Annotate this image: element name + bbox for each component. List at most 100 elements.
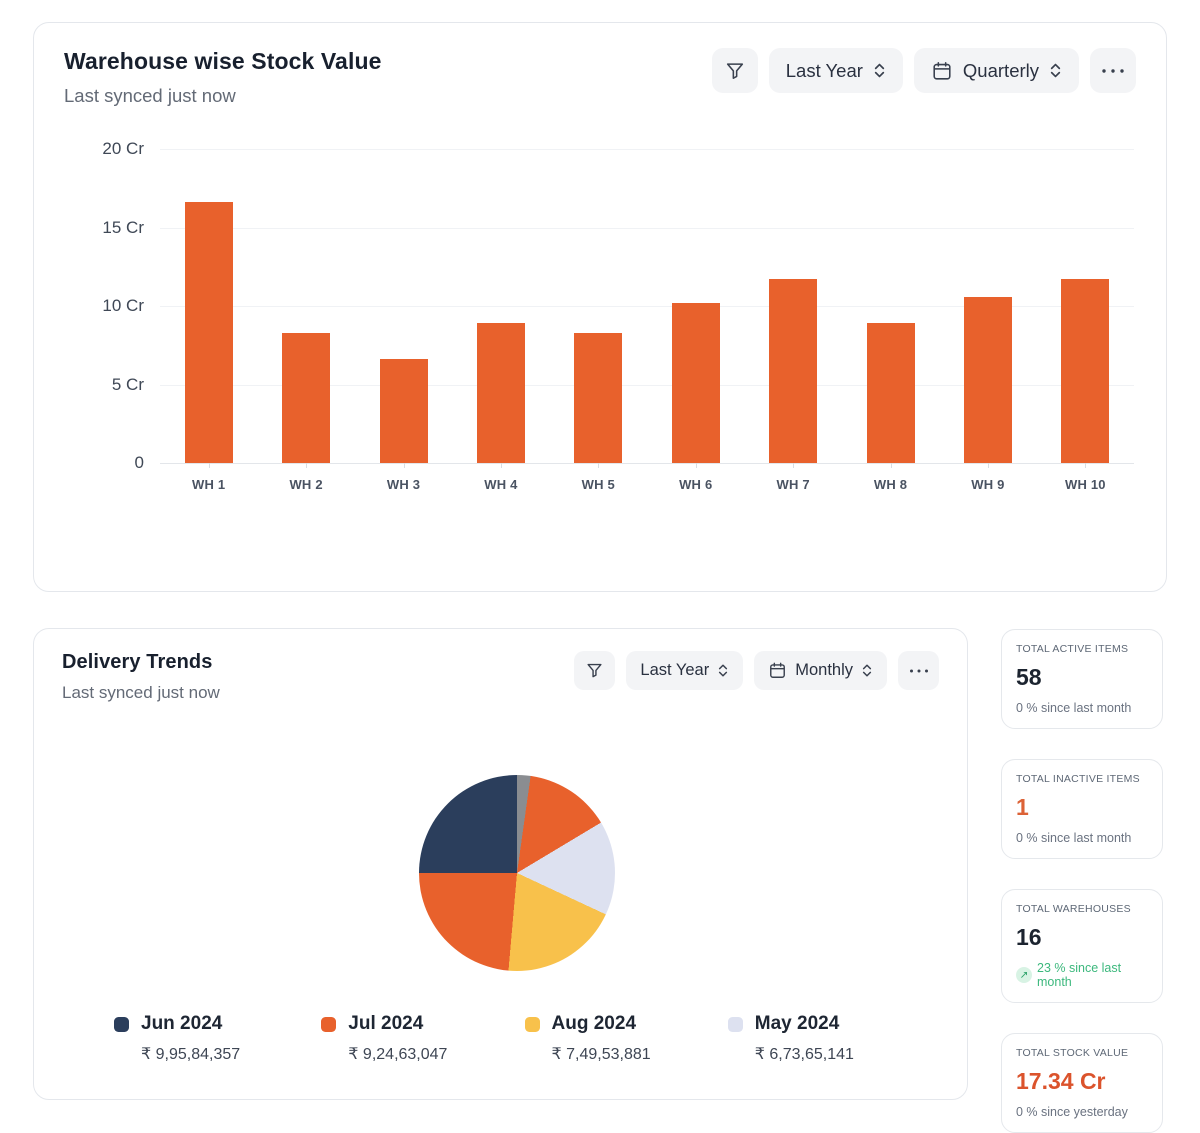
- bar-cell: WH 8: [842, 149, 939, 463]
- x-axis-label: WH 2: [257, 477, 354, 492]
- stat-change-label: 0 % since last month: [1016, 831, 1131, 845]
- legend-label: Aug 2024: [552, 1013, 636, 1035]
- stat-card-total-warehouses: TOTAL WAREHOUSES 16 ↗23 % since last month: [1001, 889, 1163, 1003]
- legend-label: Jun 2024: [141, 1013, 222, 1035]
- bar-wh4[interactable]: [477, 323, 525, 463]
- bar-cell: WH 2: [257, 149, 354, 463]
- delivery-card-titles: Delivery Trends Last synced just now: [62, 651, 220, 703]
- stat-value: 1: [1016, 794, 1148, 821]
- bar-cell: WH 7: [744, 149, 841, 463]
- legend-value: ₹ 6,73,65,141: [755, 1044, 931, 1064]
- stat-value: 16: [1016, 924, 1148, 951]
- legend-item[interactable]: Jul 2024 ₹ 9,24,63,047: [321, 1013, 524, 1064]
- stat-label: TOTAL WAREHOUSES: [1016, 903, 1148, 915]
- more-options-button[interactable]: [1090, 48, 1136, 93]
- stat-card-total-inactive-items: TOTAL INACTIVE ITEMS10 % since last mont…: [1001, 759, 1163, 859]
- x-axis-label: WH 1: [160, 477, 257, 492]
- bar-wh1[interactable]: [185, 202, 233, 463]
- y-axis-tick-label: 10 Cr: [64, 296, 144, 316]
- x-axis-label: WH 3: [355, 477, 452, 492]
- range-dropdown[interactable]: Last Year: [769, 48, 903, 93]
- bar-wh6[interactable]: [672, 303, 720, 463]
- legend-label: May 2024: [755, 1013, 840, 1035]
- x-axis-tick: [696, 463, 697, 468]
- chevron-updown-icon: [861, 663, 873, 678]
- x-axis-tick: [793, 463, 794, 468]
- legend-item-head: May 2024: [728, 1013, 931, 1035]
- x-axis-label: WH 10: [1037, 477, 1134, 492]
- y-axis-tick-label: 20 Cr: [64, 139, 144, 159]
- stat-change-text: 0 % since last month: [1016, 831, 1148, 845]
- legend-swatch: [321, 1017, 336, 1032]
- legend-item-head: Jul 2024: [321, 1013, 524, 1035]
- x-axis-tick: [501, 463, 502, 468]
- period-dropdown-label: Monthly: [795, 661, 853, 680]
- y-axis-tick-label: 0: [64, 453, 144, 473]
- stat-card-total-stock-value: TOTAL STOCK VALUE17.34 Cr0 % since yeste…: [1001, 1033, 1163, 1133]
- x-axis-label: WH 8: [842, 477, 939, 492]
- range-dropdown[interactable]: Last Year: [626, 651, 743, 690]
- bar-wh10[interactable]: [1061, 279, 1109, 463]
- bar-wh2[interactable]: [282, 333, 330, 463]
- y-axis-tick-label: 5 Cr: [64, 375, 144, 395]
- stat-change-text: ↗23 % since last month: [1016, 961, 1148, 989]
- delivery-title: Delivery Trends: [62, 651, 220, 674]
- page-title: Warehouse wise Stock Value: [64, 48, 381, 75]
- stat-change-label: 0 % since yesterday: [1016, 1105, 1128, 1119]
- stat-change-label: 23 % since last month: [1037, 961, 1148, 989]
- bar-wh3[interactable]: [380, 359, 428, 463]
- legend-value: ₹ 9,24,63,047: [348, 1044, 524, 1064]
- period-dropdown[interactable]: Monthly: [754, 651, 887, 690]
- x-axis-label: WH 9: [939, 477, 1036, 492]
- x-axis-tick: [891, 463, 892, 468]
- range-dropdown-label: Last Year: [640, 661, 709, 680]
- chevron-updown-icon: [717, 663, 729, 678]
- funnel-icon: [724, 60, 746, 82]
- delivery-card-header: Delivery Trends Last synced just now Las…: [62, 651, 939, 703]
- x-axis-label: WH 7: [744, 477, 841, 492]
- bar-cell: WH 6: [647, 149, 744, 463]
- x-axis-tick: [988, 463, 989, 468]
- pie-legend: Jun 2024₹ 9,95,84,357 Jul 2024 ₹ 9,24,63,0…: [114, 1013, 931, 1064]
- ellipsis-icon: [909, 668, 929, 674]
- x-axis-tick: [1085, 463, 1086, 468]
- x-axis-tick: [598, 463, 599, 468]
- bar-cell: WH 1: [160, 149, 257, 463]
- filter-button[interactable]: [712, 48, 758, 93]
- bar-wh8[interactable]: [867, 323, 915, 463]
- bar-wh7[interactable]: [769, 279, 817, 463]
- legend-item[interactable]: Jun 2024₹ 9,95,84,357: [114, 1013, 321, 1064]
- bar-wh9[interactable]: [964, 297, 1012, 463]
- legend-label: Jul 2024: [348, 1013, 423, 1035]
- legend-item-head: Jun 2024: [114, 1013, 321, 1035]
- stat-value: 58: [1016, 664, 1148, 691]
- bar-cell: WH 9: [939, 149, 1036, 463]
- calendar-icon: [768, 661, 787, 680]
- legend-item-head: Aug 2024: [525, 1013, 728, 1035]
- bar-cell: WH 4: [452, 149, 549, 463]
- legend-item[interactable]: May 2024 ₹ 6,73,65,141: [728, 1013, 931, 1064]
- x-axis-tick: [209, 463, 210, 468]
- bar-chart-plot: WH 1WH 2WH 3WH 4WH 5WH 6WH 7WH 8WH 9WH 1…: [160, 149, 1134, 463]
- stock-card-header: Warehouse wise Stock Value Last synced j…: [64, 48, 1136, 107]
- last-synced-text: Last synced just now: [62, 683, 220, 703]
- delivery-card-controls: Last Year Monthly: [574, 651, 939, 690]
- chevron-updown-icon: [1049, 62, 1062, 79]
- legend-swatch: [728, 1017, 743, 1032]
- bar-cells: WH 1WH 2WH 3WH 4WH 5WH 6WH 7WH 8WH 9WH 1…: [160, 149, 1134, 463]
- delivery-trends-card: Delivery Trends Last synced just now Las…: [33, 628, 968, 1100]
- period-dropdown[interactable]: Quarterly: [914, 48, 1079, 93]
- stock-card-controls: Last Year Quarterly: [712, 48, 1136, 93]
- funnel-icon: [585, 661, 604, 680]
- delivery-pie-chart[interactable]: [419, 775, 615, 971]
- more-options-button[interactable]: [898, 651, 939, 690]
- range-dropdown-label: Last Year: [786, 60, 863, 82]
- stat-change-label: 0 % since last month: [1016, 701, 1131, 715]
- ellipsis-icon: [1101, 68, 1125, 74]
- bar-wh5[interactable]: [574, 333, 622, 463]
- stat-change-text: 0 % since yesterday: [1016, 1105, 1148, 1119]
- legend-swatch: [114, 1017, 129, 1032]
- legend-item[interactable]: Aug 2024₹ 7,49,53,881: [525, 1013, 728, 1064]
- last-synced-text: Last synced just now: [64, 85, 381, 107]
- filter-button[interactable]: [574, 651, 615, 690]
